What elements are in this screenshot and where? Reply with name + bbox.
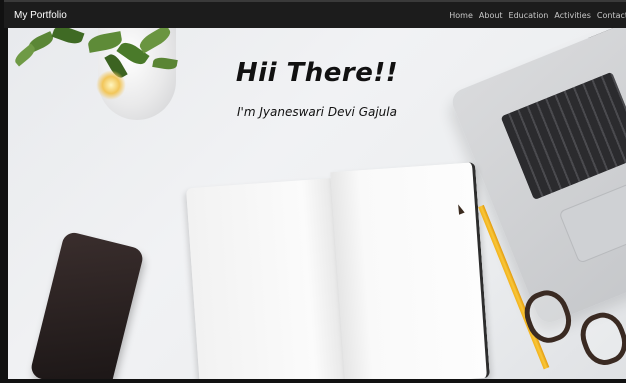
laptop-keyboard-image bbox=[500, 71, 626, 201]
hero-subtitle: I'm Jyaneswari Devi Gajula bbox=[237, 105, 397, 119]
glasses-lens bbox=[574, 306, 626, 371]
nav-link-education[interactable]: Education bbox=[509, 11, 549, 20]
laptop-trackpad-image bbox=[558, 179, 626, 264]
nav-links: Home About Education Activities Contact bbox=[449, 11, 626, 20]
nav-link-contact[interactable]: Contact bbox=[597, 11, 626, 20]
nav-link-home[interactable]: Home bbox=[449, 11, 473, 20]
nav-link-about[interactable]: About bbox=[479, 11, 503, 20]
glasses-lens bbox=[518, 284, 578, 349]
notebook-right-page bbox=[330, 162, 490, 379]
phone-image bbox=[29, 230, 145, 379]
brand-link[interactable]: My Portfolio bbox=[14, 10, 67, 21]
nav-link-activities[interactable]: Activities bbox=[554, 11, 591, 20]
page-frame: My Portfolio Home About Education Activi… bbox=[0, 0, 626, 383]
hero-title: Hii There!! bbox=[235, 58, 399, 88]
plant-leaf-image bbox=[51, 28, 85, 47]
notebook-left-page bbox=[186, 178, 346, 379]
navbar: My Portfolio Home About Education Activi… bbox=[4, 0, 626, 28]
notebook-image bbox=[186, 162, 490, 379]
hero-section: Hii There!! I'm Jyaneswari Devi Gajula bbox=[8, 28, 626, 379]
